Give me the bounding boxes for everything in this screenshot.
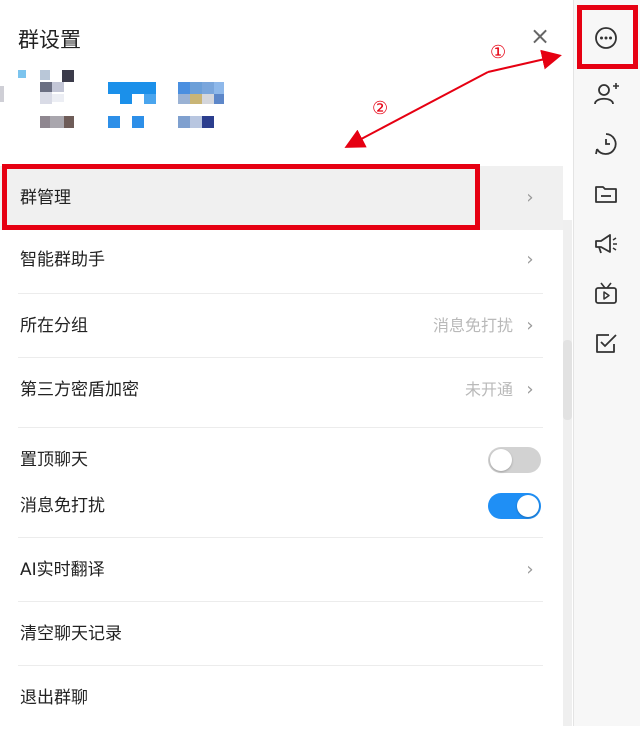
step2-marker: ②: [372, 98, 389, 119]
arrow-step2: [344, 71, 489, 148]
annotation-arrows: [344, 49, 562, 148]
step1-marker: ①: [490, 42, 507, 63]
